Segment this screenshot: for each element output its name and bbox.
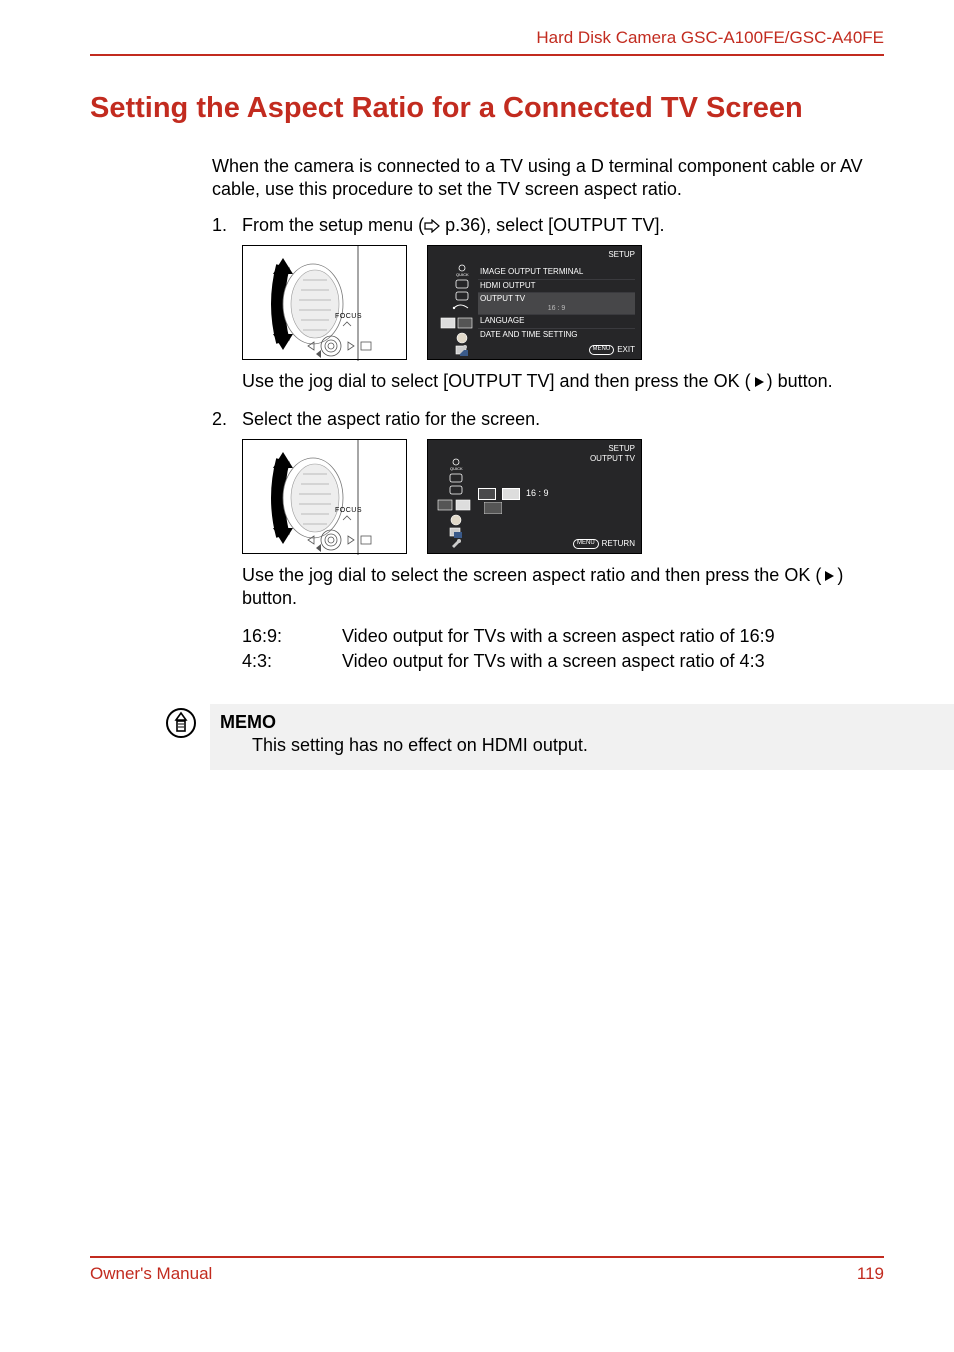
memo-icon [166,708,196,738]
menu-item-image-output: IMAGE OUTPUT TERMINAL [478,266,635,279]
step-2-after: Use the jog dial to select the screen as… [242,564,884,611]
memo-title: MEMO [220,712,874,733]
return-label: RETURN [602,539,635,549]
focus-label-2: FOCUS [335,506,362,515]
svg-text:QUICK: QUICK [456,272,469,277]
menu-pill: MENU [589,345,615,355]
ratio-4-3-key: 4:3: [242,650,342,673]
play-triangle-icon [751,375,767,389]
arrow-right-outline-icon [424,219,440,233]
menu-item-date-time: DATE AND TIME SETTING [478,329,635,341]
step-1-text: From the setup menu ( p.36), select [OUT… [242,214,664,237]
wrench-icon [456,344,470,354]
menu-item-language: LANGUAGE [478,315,635,328]
header-product: Hard Disk Camera GSC-A100FE/GSC-A40FE [90,28,884,54]
play-triangle-icon-2 [821,569,837,583]
exit-label: EXIT [617,345,635,355]
focus-label: FOCUS [335,312,362,321]
page-title: Setting the Aspect Ratio for a Connected… [90,92,884,125]
ratio-16-9-value: Video output for TVs with a screen aspec… [342,625,775,648]
figure-setup-screen-2: SETUP OUTPUT TV QUICK 16 : 9 [427,439,642,554]
footer-left: Owner's Manual [90,1264,212,1284]
svg-text:QUICK: QUICK [450,466,463,471]
ratio-16-9-key: 16:9: [242,625,342,648]
step-2-text: Select the aspect ratio for the screen. [242,408,540,431]
aspect-value: 16 : 9 [526,488,549,500]
screen2-subtitle: OUTPUT TV [590,454,635,464]
step-2-number: 2. [212,408,242,431]
figure-jog-dial-1: FOCUS [242,245,407,360]
menu-item-hdmi-output: HDMI OUTPUT [478,280,635,293]
screen1-title: SETUP [608,250,635,260]
aspect-chip-1 [478,488,496,500]
menu-item-output-tv: OUTPUT TV 16 : 9 [478,293,635,315]
figure-jog-dial-2: FOCUS [242,439,407,554]
menu-pill-2: MENU [573,539,599,549]
step-1-after: Use the jog dial to select [OUTPUT TV] a… [242,370,884,393]
header-rule [90,54,884,56]
figure-setup-screen-1: SETUP QUICK IMAGE OUTPUT TERMINAL [427,245,642,360]
footer-rule [90,1256,884,1258]
screen2-title: SETUP [608,444,635,454]
wrench-icon-2 [450,538,464,548]
aspect-chip-2 [502,488,520,500]
memo-body: This setting has no effect on HDMI outpu… [252,735,874,756]
step-1-number: 1. [212,214,242,237]
ratio-4-3-value: Video output for TVs with a screen aspec… [342,650,765,673]
intro-text: When the camera is connected to a TV usi… [212,155,884,202]
page-number: 119 [857,1264,884,1284]
aspect-chip-3-icon [484,502,502,514]
